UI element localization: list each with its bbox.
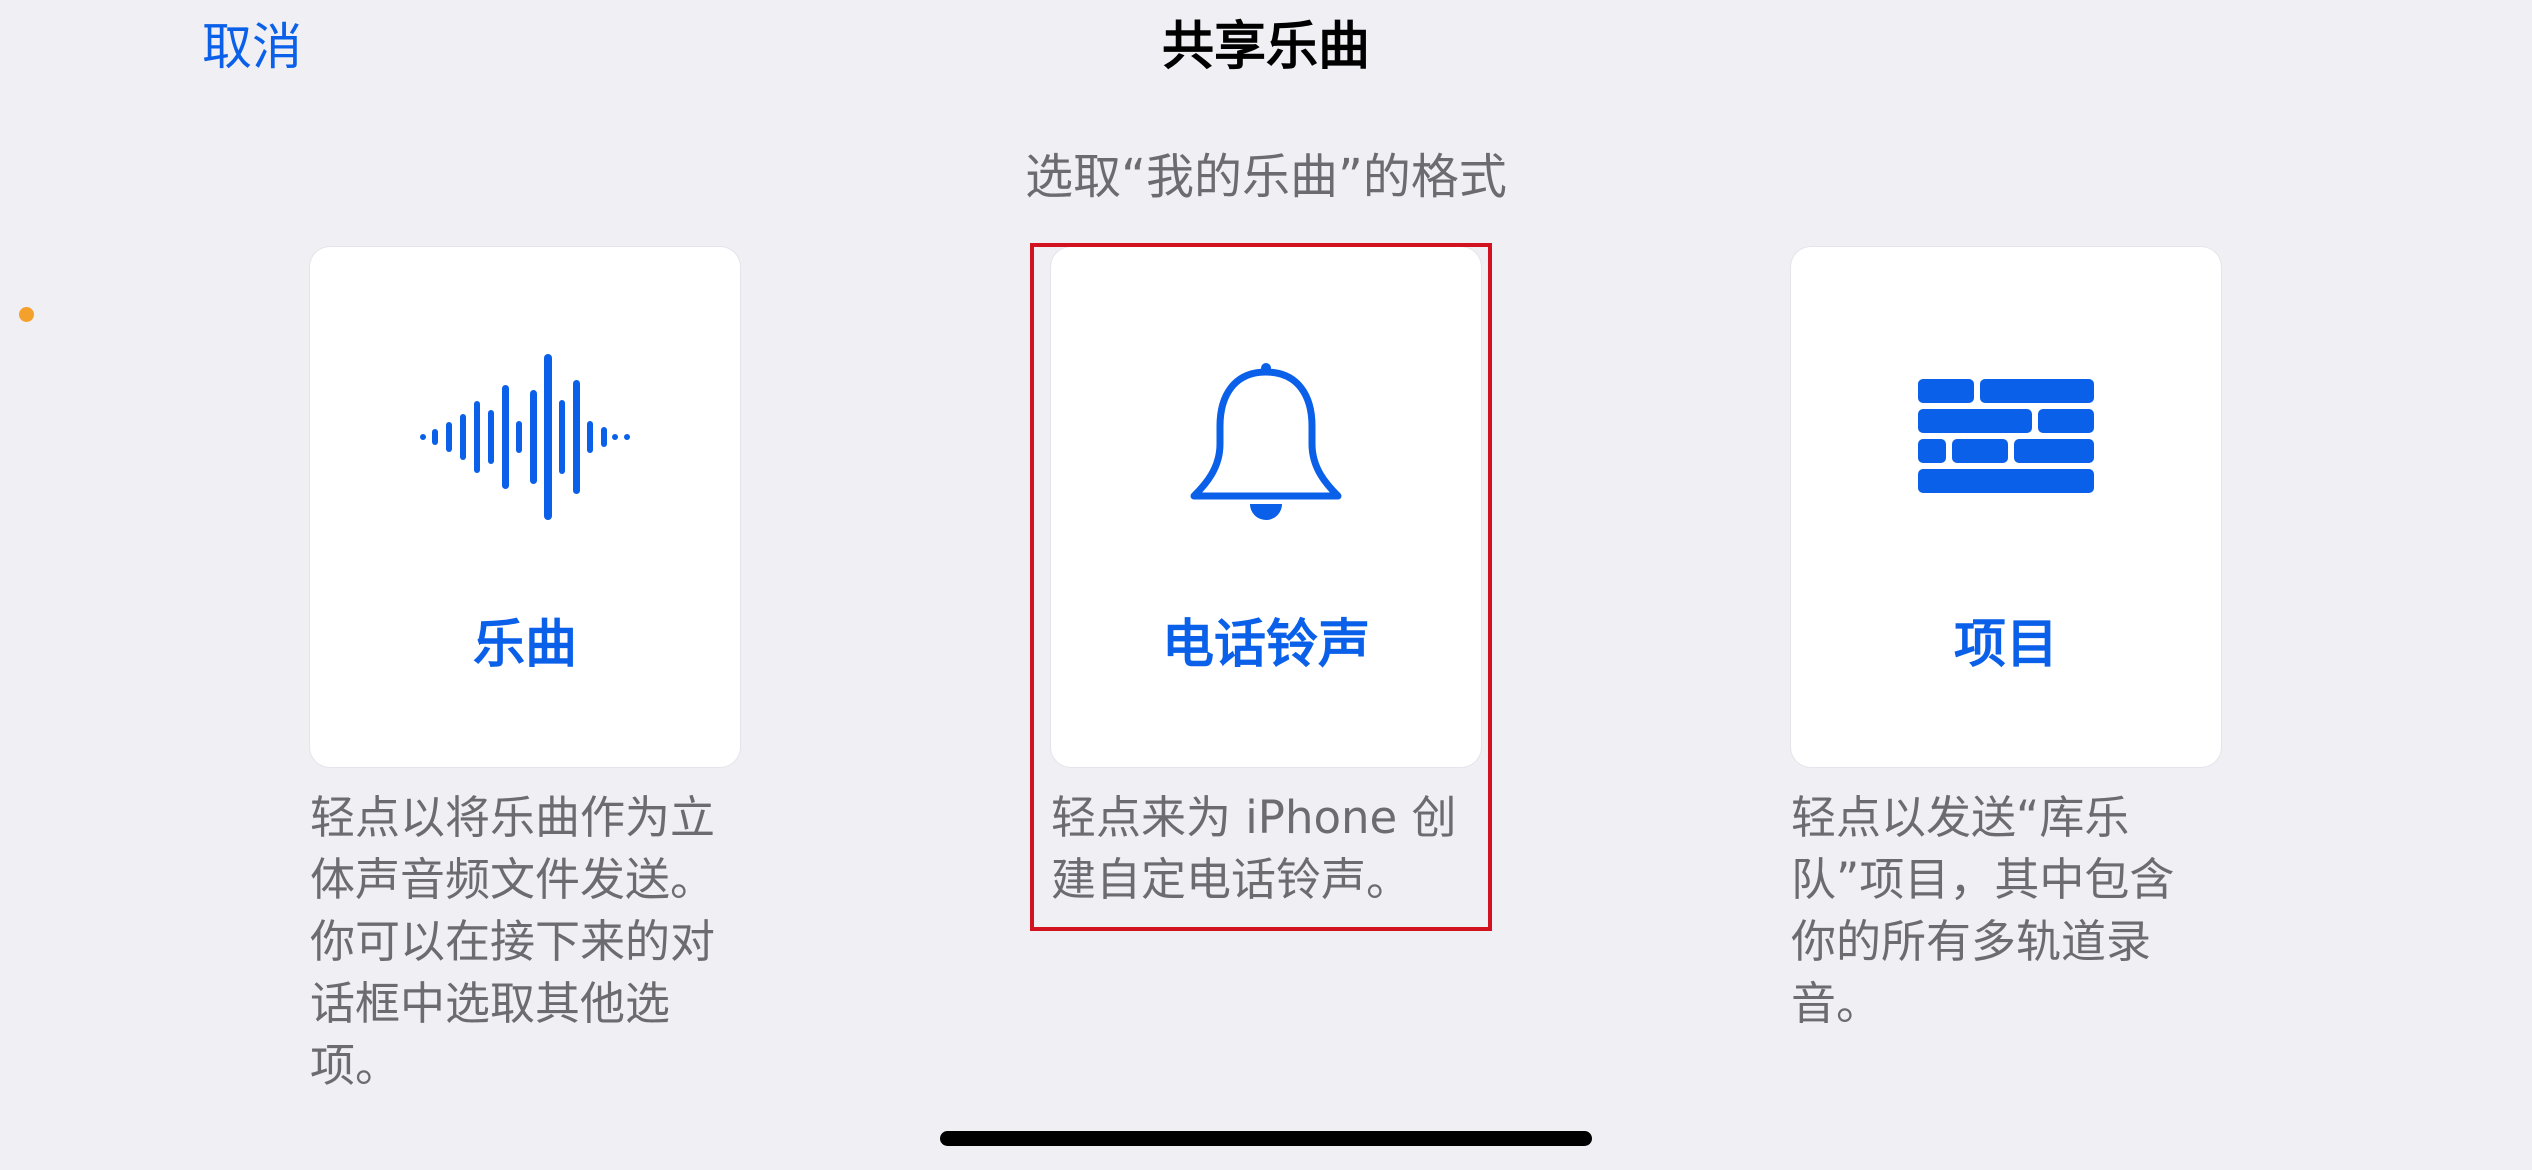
option-project: 项目 轻点以发送“库乐队”项目，其中包含你的所有多轨道录音。 (1791, 247, 2221, 1035)
brick-wall-icon (1791, 347, 2221, 527)
project-description: 轻点以发送“库乐队”项目，其中包含你的所有多轨道录音。 (1791, 791, 2175, 1030)
page-title: 共享乐曲 (1161, 17, 1370, 77)
song-label: 乐曲 (472, 615, 577, 675)
format-prompt: 选取“我的乐曲”的格式 (1025, 149, 1507, 205)
home-indicator[interactable] (940, 1131, 1592, 1146)
song-description: 轻点以将乐曲作为立体声音频文件发送。你可以在接下来的对话框中选取其他选项。 (310, 791, 716, 1092)
project-label: 项目 (1953, 615, 2058, 675)
project-card[interactable]: 项目 (1791, 247, 2221, 767)
status-indicator-dot (19, 307, 34, 322)
waveform-icon (310, 347, 740, 527)
song-card[interactable]: 乐曲 (310, 247, 740, 767)
option-song: 乐曲 轻点以将乐曲作为立体声音频文件发送。你可以在接下来的对话框中选取其他选项。 (310, 247, 740, 1097)
selection-highlight (1030, 243, 1492, 931)
